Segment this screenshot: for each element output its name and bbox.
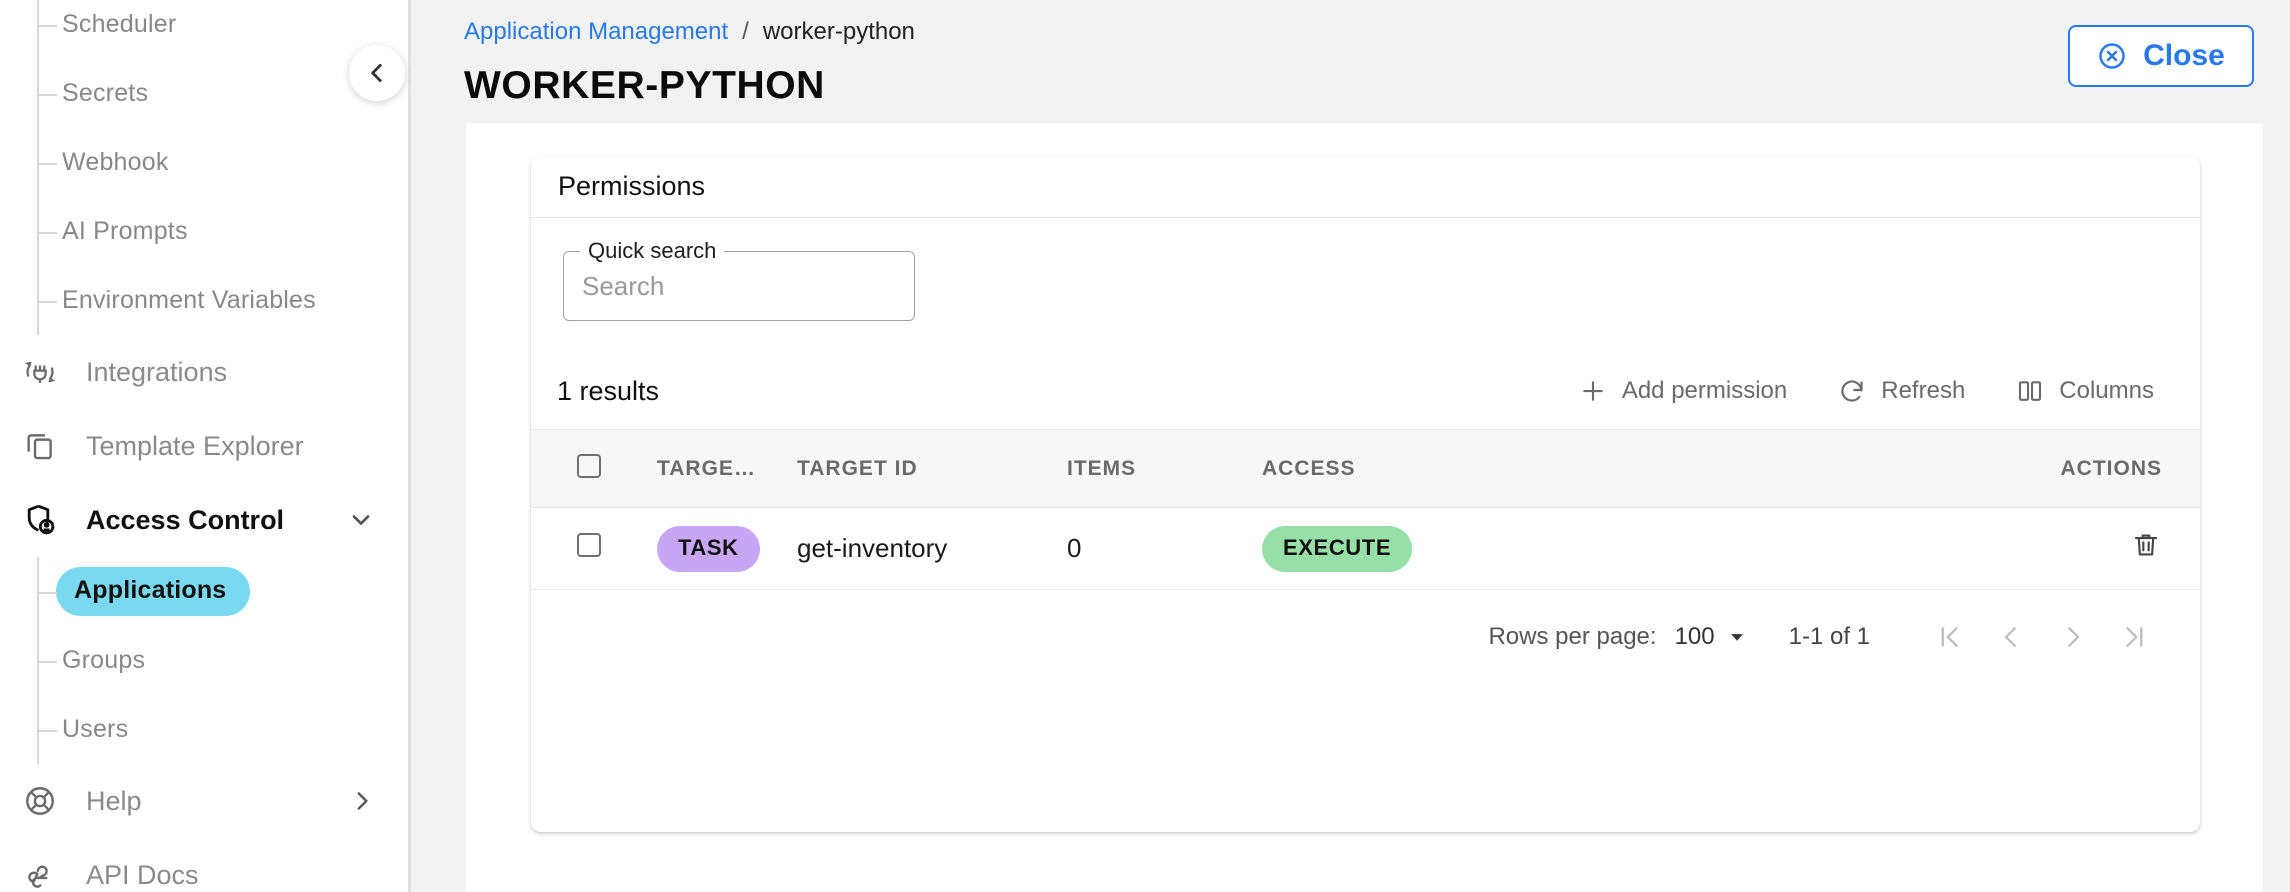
sidebar-item-template-explorer[interactable]: Template Explorer	[0, 409, 408, 483]
trash-icon[interactable]	[2130, 529, 2162, 561]
caret-down-icon	[1727, 627, 1747, 647]
sidebar-item-help[interactable]: Help	[0, 764, 408, 838]
add-permission-button[interactable]: Add permission	[1566, 368, 1799, 414]
results-count: 1 results	[557, 375, 660, 406]
search-input[interactable]	[564, 252, 914, 320]
rows-per-page-label: Rows per page:	[1488, 623, 1657, 650]
sidebar-item-label: Secrets	[62, 79, 149, 107]
sidebar-item-label: Template Explorer	[86, 430, 304, 461]
table-row[interactable]: TASK get-inventory 0 EXECUTE	[531, 507, 2200, 590]
sidebar-item-label: Groups	[62, 646, 146, 674]
table-toolbar: 1 results Add permission Refresh Columns	[531, 353, 2200, 429]
columns-icon	[2015, 376, 2045, 406]
sidebar-item-applications[interactable]: Applications	[37, 557, 408, 626]
refresh-icon	[1837, 376, 1867, 406]
chevron-left-icon	[364, 60, 390, 86]
header-actions: ACTIONS	[2060, 456, 2162, 480]
permissions-table: TARGE… TARGET ID ITEMS ACCESS ACTIONS TA…	[531, 429, 2200, 590]
close-circle-icon	[2097, 41, 2127, 71]
sidebar-item-label: Applications	[74, 576, 227, 604]
sidebar-item-groups[interactable]: Groups	[37, 626, 408, 695]
sidebar-item-ai-prompts[interactable]: AI Prompts	[37, 197, 408, 266]
sidebar-tree-top: Scheduler Secrets Webhook AI Prompts Env…	[0, 0, 408, 892]
sidebar-item-label: Users	[62, 715, 129, 743]
copy-icon	[18, 424, 62, 468]
sidebar-item-label: Access Control	[86, 504, 285, 535]
plug-icon	[18, 350, 62, 394]
page-header: Application Management / worker-python W…	[414, 0, 2290, 123]
refresh-label: Refresh	[1881, 377, 1966, 404]
sidebar-item-label: Webhook	[62, 148, 169, 176]
sidebar-subtree-access-control: Applications Groups Users	[0, 557, 408, 764]
page-next-icon[interactable]	[2042, 606, 2104, 668]
cell-access: EXECUTE	[1262, 507, 1762, 590]
sidebar-item-environment-variables[interactable]: Environment Variables	[37, 266, 408, 335]
app-screen: Scheduler Secrets Webhook AI Prompts Env…	[0, 0, 2290, 892]
close-button[interactable]: Close	[2068, 25, 2254, 87]
page-first-icon[interactable]	[1918, 606, 1980, 668]
cell-target-type: TASK	[657, 507, 797, 590]
header-target-id[interactable]: TARGET ID	[797, 430, 1067, 508]
page-prev-icon[interactable]	[1980, 606, 2042, 668]
sidebar-item-label: Environment Variables	[62, 286, 316, 314]
sidebar-item-integrations[interactable]: Integrations	[0, 335, 408, 409]
table-pagination: Rows per page: 100 1-1 of 1	[531, 590, 2200, 684]
cell-target-id: get-inventory	[797, 507, 1067, 590]
sidebar-item-access-control[interactable]: Access Control	[0, 483, 408, 557]
plus-icon	[1578, 376, 1608, 406]
header-items[interactable]: ITEMS	[1067, 430, 1262, 508]
breadcrumb-link-application-management[interactable]: Application Management	[464, 18, 728, 46]
table-body: TASK get-inventory 0 EXECUTE	[531, 507, 2200, 590]
permissions-card: Permissions Quick search 1 results	[531, 156, 2200, 832]
header-select-all	[531, 430, 657, 508]
sidebar: Scheduler Secrets Webhook AI Prompts Env…	[0, 0, 411, 892]
breadcrumb: Application Management / worker-python	[464, 14, 2290, 50]
target-type-badge: TASK	[657, 525, 760, 572]
refresh-button[interactable]: Refresh	[1825, 368, 1977, 414]
rows-per-page-value: 100	[1674, 623, 1715, 650]
row-checkbox[interactable]	[577, 533, 601, 557]
sidebar-active-pill: Applications	[56, 567, 251, 616]
permissions-card-title: Permissions	[531, 156, 2200, 218]
select-all-checkbox[interactable]	[577, 453, 601, 478]
sidebar-item-webhook[interactable]: Webhook	[37, 128, 408, 197]
access-badge: EXECUTE	[1262, 525, 1413, 572]
page-title: WORKER-PYTHON	[464, 64, 825, 107]
header-target-type[interactable]: TARGE…	[657, 430, 797, 508]
page-last-icon[interactable]	[2104, 606, 2166, 668]
webhook-icon	[18, 853, 62, 892]
sidebar-subtree-automation: Scheduler Secrets Webhook AI Prompts Env…	[0, 0, 408, 335]
row-select-cell	[531, 507, 657, 590]
breadcrumb-separator: /	[742, 18, 749, 45]
cell-items: 0	[1067, 507, 1262, 590]
sidebar-item-scheduler[interactable]: Scheduler	[37, 0, 408, 59]
close-button-label: Close	[2143, 39, 2225, 72]
quick-search-fieldset: Quick search	[563, 237, 915, 321]
sidebar-item-label: Integrations	[86, 356, 228, 387]
quick-search-area: Quick search	[531, 218, 2200, 321]
sidebar-collapse-button[interactable]	[349, 45, 405, 101]
sidebar-item-users[interactable]: Users	[37, 695, 408, 764]
breadcrumb-current: worker-python	[762, 18, 915, 45]
shield-user-icon	[18, 498, 62, 542]
chevron-down-icon[interactable]	[347, 506, 375, 534]
cell-actions	[1762, 507, 2200, 590]
sidebar-item-label: Scheduler	[62, 10, 177, 38]
main-area: Application Management / worker-python W…	[414, 0, 2290, 892]
sidebar-item-api-docs[interactable]: API Docs	[0, 838, 408, 892]
sidebar-item-label: AI Prompts	[62, 217, 188, 245]
rows-per-page-select[interactable]: 100	[1675, 623, 1747, 651]
sidebar-item-label: Help	[86, 785, 142, 816]
table-header-row: TARGE… TARGET ID ITEMS ACCESS ACTIONS	[531, 429, 2200, 508]
table-head: TARGE… TARGET ID ITEMS ACCESS ACTIONS	[531, 429, 2200, 508]
content-panel: Permissions Quick search 1 results	[466, 123, 2263, 892]
header-access[interactable]: ACCESS	[1262, 430, 1762, 508]
columns-button[interactable]: Columns	[2003, 368, 2166, 414]
columns-label: Columns	[2059, 377, 2154, 404]
lifebuoy-icon	[18, 779, 62, 823]
sidebar-item-label: API Docs	[86, 859, 199, 890]
pagination-range: 1-1 of 1	[1788, 623, 1870, 650]
chevron-right-icon[interactable]	[349, 788, 375, 814]
add-permission-label: Add permission	[1621, 377, 1788, 404]
